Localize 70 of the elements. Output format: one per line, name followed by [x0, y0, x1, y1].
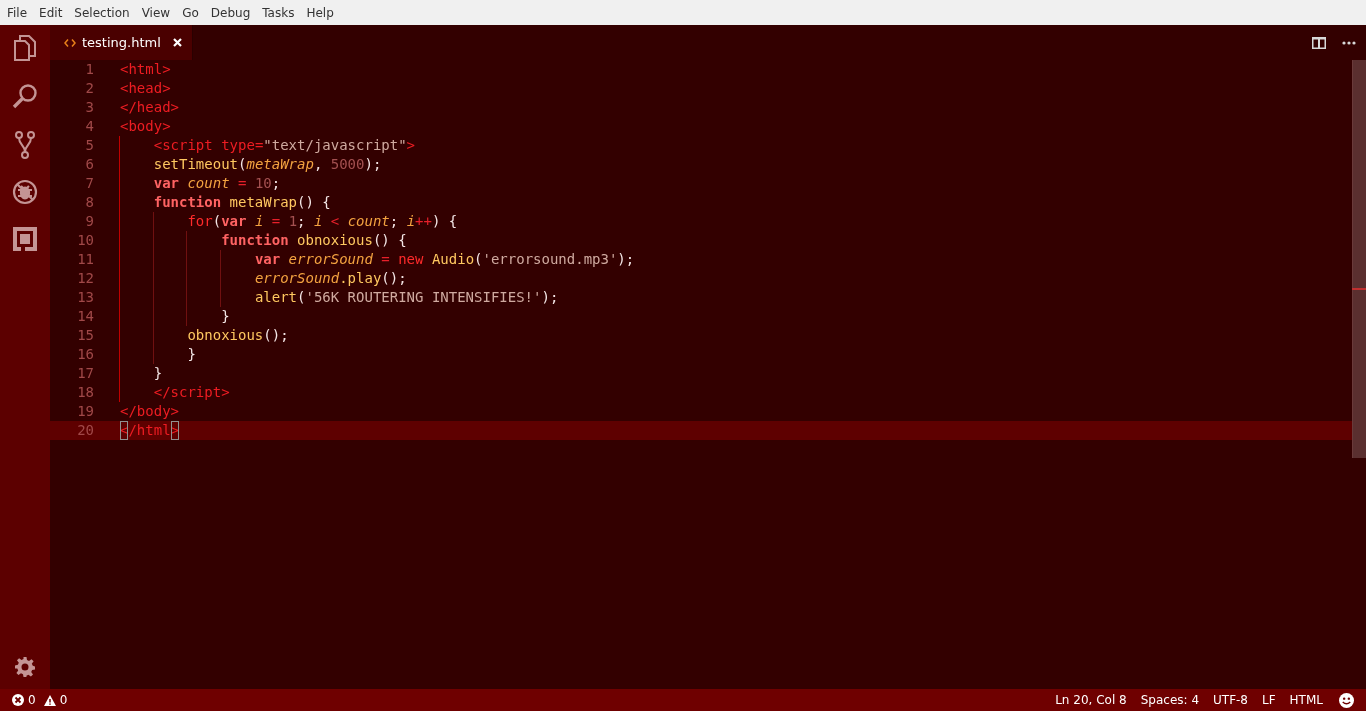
line-number: 19 — [77, 403, 94, 419]
line-number: 6 — [85, 156, 94, 172]
status-item[interactable]: Ln 20, Col 8 — [1055, 691, 1127, 709]
line-number: 14 — [77, 308, 94, 324]
menu-item[interactable]: Help — [300, 1, 340, 24]
split-editor-icon[interactable] — [1312, 36, 1326, 49]
no-bug-icon[interactable] — [12, 179, 38, 205]
menu-item[interactable]: Selection — [68, 1, 136, 24]
line-number: 10 — [77, 232, 94, 248]
code-line: <head> — [120, 79, 171, 98]
code-line: </head> — [120, 98, 179, 117]
code-line: var errorSound = new Audio('errorsound.mp3'); — [120, 250, 635, 269]
code-line: } — [120, 307, 230, 326]
settings-icon[interactable] — [15, 657, 35, 677]
code-line: } — [120, 345, 196, 364]
line-number: 2 — [85, 80, 94, 96]
smiley-icon[interactable] — [1339, 692, 1354, 708]
overview-ruler-mark — [1352, 288, 1366, 290]
branch-icon[interactable] — [14, 131, 36, 159]
status-item[interactable]: LF — [1262, 691, 1276, 709]
close-icon[interactable] — [172, 38, 182, 47]
warning-icon[interactable] — [43, 694, 56, 706]
line-number: 20 — [77, 422, 94, 438]
line-number: 16 — [77, 346, 94, 362]
code-line: <body> — [120, 117, 171, 136]
menu-item[interactable]: View — [135, 1, 177, 24]
line-number: 13 — [77, 289, 94, 305]
menu-item[interactable]: Tasks — [256, 1, 301, 24]
warning-count[interactable]: 0 — [59, 691, 68, 709]
code-line: function metaWrap() { — [120, 193, 331, 212]
line-number: 12 — [77, 270, 94, 286]
status-item[interactable]: UTF-8 — [1213, 691, 1248, 709]
menu-item[interactable]: Go — [176, 1, 205, 24]
scrollbar[interactable] — [1352, 60, 1366, 458]
line-number: 7 — [85, 175, 94, 191]
line-number: 8 — [85, 194, 94, 210]
line-number: 3 — [85, 99, 94, 115]
line-number: 4 — [85, 118, 94, 134]
status-item[interactable]: Spaces: 4 — [1140, 691, 1199, 709]
code-line: alert('56K ROUTERING INTENSIFIES!'); — [120, 288, 559, 307]
code-line: function obnoxious() { — [120, 231, 407, 250]
files-icon[interactable] — [14, 35, 36, 61]
code-line: var count = 10; — [120, 174, 281, 193]
code-line: <html> — [120, 60, 171, 79]
code-line: } — [120, 364, 163, 383]
menu-item[interactable]: Edit — [33, 1, 69, 24]
more-icon[interactable] — [1342, 40, 1356, 45]
code-line: </body> — [120, 402, 179, 421]
menu-item[interactable]: File — [1, 1, 34, 24]
line-number: 9 — [85, 213, 94, 229]
line-number: 1 — [85, 61, 94, 77]
line-number: 11 — [77, 251, 94, 267]
code-line: for(var i = 1; i < count; i++) { — [120, 212, 458, 231]
error-count[interactable]: 0 — [28, 691, 36, 709]
status-item[interactable]: HTML — [1289, 691, 1323, 709]
line-number: 15 — [77, 327, 94, 343]
code-line: errorSound.play(); — [120, 269, 407, 288]
extensions-icon[interactable] — [13, 227, 37, 251]
search-icon[interactable] — [12, 83, 38, 109]
error-icon[interactable] — [12, 694, 24, 706]
code-line: setTimeout(metaWrap, 5000); — [120, 155, 382, 174]
menu-item[interactable]: Debug — [204, 1, 257, 24]
line-number: 5 — [85, 137, 94, 153]
line-number: 17 — [77, 365, 94, 381]
code-line: <script type="text/javascript"> — [120, 136, 416, 155]
line-number: 18 — [77, 384, 94, 400]
editor-tab[interactable]: testing.html — [50, 25, 193, 60]
code-file-icon — [64, 38, 76, 47]
code-line: obnoxious(); — [120, 326, 289, 345]
code-line: </script> — [120, 383, 230, 402]
